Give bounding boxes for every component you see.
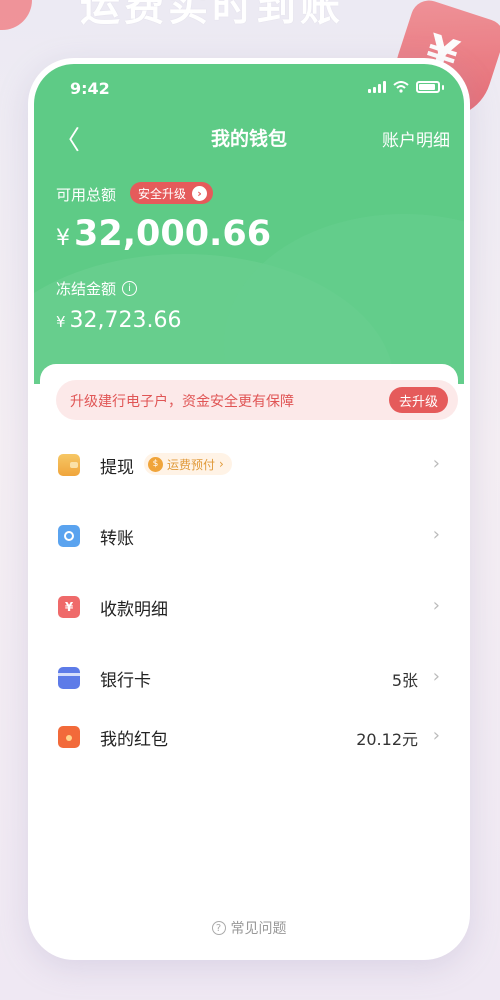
security-upgrade-badge[interactable]: 安全升级 ›	[130, 182, 214, 204]
freight-prepay-tag[interactable]: $ 运费预付 ›	[144, 453, 232, 475]
menu-item-label: 提现	[100, 458, 134, 478]
wallet-icon	[58, 454, 80, 476]
chevron-right-icon: ›	[432, 725, 440, 746]
faq-link[interactable]: ? 常见问题	[40, 918, 458, 938]
account-details-link[interactable]: 账户明细	[382, 126, 450, 151]
menu-item-transfer[interactable]: 转账 ›	[40, 511, 458, 561]
red-packet-amount: 20.12元	[356, 730, 418, 749]
signal-icon	[368, 81, 386, 93]
menu-item-label: 银行卡	[100, 671, 151, 691]
currency-symbol: ¥	[56, 313, 66, 331]
info-icon[interactable]: i	[122, 281, 138, 296]
chevron-right-icon: ›	[432, 595, 440, 616]
upgrade-banner[interactable]: 升级建行电子户，资金安全更有保障 去升级	[56, 380, 458, 420]
chevron-right-icon: ›	[219, 457, 224, 471]
frozen-balance-label: 冻结金额	[56, 280, 117, 298]
status-icons	[368, 81, 444, 93]
menu-item-label: 我的红包	[100, 730, 168, 750]
frozen-balance-label-row: 冻结金额 i	[56, 278, 138, 299]
available-balance: ¥ 32,000.66	[56, 214, 271, 254]
available-balance-label: 可用总额	[56, 186, 117, 204]
help-icon: ?	[211, 921, 226, 935]
wifi-icon	[393, 81, 409, 93]
freight-prepay-label: 运费预付	[167, 457, 216, 472]
menu-item-red-packets[interactable]: 我的红包 20.12元 ›	[40, 712, 458, 762]
coin-icon: $	[148, 456, 163, 472]
transfer-icon	[58, 525, 80, 547]
menu-item-withdraw[interactable]: 提现 $ 运费预付 › ›	[40, 440, 458, 490]
frozen-balance: ¥ 32,723.66	[56, 308, 182, 333]
status-bar: 9:42	[34, 74, 464, 104]
currency-symbol: ¥	[56, 226, 70, 251]
red-packet-icon	[58, 726, 80, 748]
upgrade-banner-text: 升级建行电子户，资金安全更有保障	[70, 394, 294, 410]
upgrade-button[interactable]: 去升级	[388, 387, 448, 413]
menu-item-label: 收款明细	[100, 600, 168, 620]
battery-icon	[416, 81, 440, 93]
status-time: 9:42	[70, 79, 110, 98]
wallet-header: 9:42 〈 我的钱包 账户明细 可用总额 安全升级 › ¥ 32,000.66…	[34, 64, 464, 384]
chevron-right-icon: ›	[432, 453, 440, 474]
backdrop-headline: 运费实时到账	[80, 0, 344, 30]
available-balance-value: 32,000.66	[74, 214, 272, 254]
chevron-right-icon: ›	[432, 524, 440, 545]
menu-item-receipts[interactable]: ¥ 收款明细 ›	[40, 582, 458, 632]
faq-label: 常见问题	[230, 921, 287, 937]
nav-bar: 〈 我的钱包 账户明细	[34, 118, 464, 158]
arrow-right-icon: ›	[192, 185, 208, 201]
wallet-menu-card: 升级建行电子户，资金安全更有保障 去升级 提现 $ 运费预付 › › 转账 › …	[40, 364, 458, 954]
menu-item-bank-cards[interactable]: 银行卡 5张 ›	[40, 653, 458, 703]
security-upgrade-label: 安全升级	[138, 186, 187, 201]
wallet-screen: 9:42 〈 我的钱包 账户明细 可用总额 安全升级 › ¥ 32,000.66…	[34, 64, 464, 954]
bank-card-count: 5张	[391, 671, 418, 690]
phone-frame: 9:42 〈 我的钱包 账户明细 可用总额 安全升级 › ¥ 32,000.66…	[28, 58, 470, 960]
backdrop-decoration-left	[0, 0, 32, 30]
menu-item-label: 转账	[100, 529, 134, 549]
bank-card-icon	[58, 667, 80, 689]
chevron-right-icon: ›	[432, 666, 440, 687]
battery-tip	[442, 84, 444, 90]
frozen-balance-value: 32,723.66	[69, 308, 182, 333]
receipt-icon: ¥	[58, 596, 80, 618]
